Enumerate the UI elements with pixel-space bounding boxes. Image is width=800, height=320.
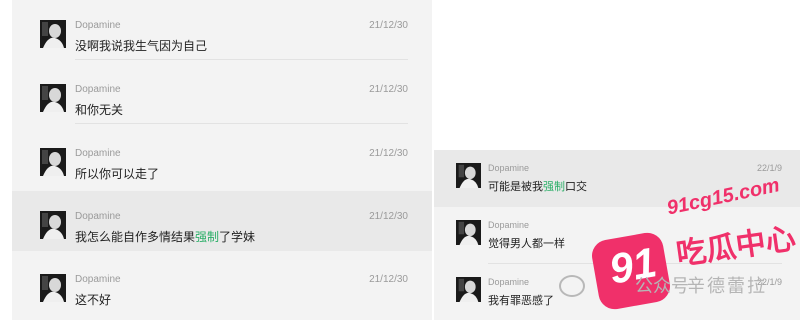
message-row[interactable]: Dopamine 21/12/30 没啊我说我生气因为自己 (12, 0, 432, 60)
message-row[interactable]: Dopamine 22/1/9 我有罪恶感了 (434, 264, 800, 320)
sender-name: Dopamine (75, 148, 121, 159)
sender-avatar[interactable] (40, 274, 66, 302)
message-text: 这不好 (75, 293, 112, 307)
message-date: 21/12/30 (369, 20, 408, 31)
sender-avatar[interactable] (456, 163, 481, 188)
sender-name: Dopamine (488, 277, 530, 287)
message-row[interactable]: Dopamine 21/12/30 和你无关 (12, 64, 432, 124)
sender-avatar[interactable] (40, 84, 66, 112)
row-divider (75, 123, 408, 124)
sender-avatar[interactable] (40, 148, 66, 176)
sender-name: Dopamine (75, 20, 121, 31)
message-text: 我有罪恶感了 (488, 295, 554, 307)
message-text: 没啊我说我生气因为自己 (75, 39, 208, 53)
message-date: 22/1/9 (756, 163, 782, 173)
message-row-selected[interactable]: Dopamine 21/12/30 我怎么能自作多情结果强制了学妹 (12, 191, 432, 251)
search-highlight: 强制 (195, 230, 220, 244)
message-text: 我怎么能自作多情结果强制了学妹 (75, 230, 256, 244)
chat-history-panel-right: Dopamine 22/1/9 可能是被我强制口交 Dopamine 觉得男人都… (434, 150, 800, 320)
message-row[interactable]: Dopamine 21/12/30 所以你可以走了 (12, 128, 432, 188)
sender-name: Dopamine (75, 274, 121, 285)
sender-name: Dopamine (75, 211, 121, 222)
row-divider (75, 59, 408, 60)
message-date: 21/12/30 (369, 148, 408, 159)
message-date: 22/1/9 (756, 277, 782, 287)
sender-name: Dopamine (488, 220, 530, 230)
sender-avatar[interactable] (456, 277, 481, 302)
message-date: 21/12/30 (369, 84, 408, 95)
message-text: 所以你可以走了 (75, 167, 160, 181)
message-row[interactable]: Dopamine 21/12/30 这不好 (12, 254, 432, 314)
chat-history-panel-left: Dopamine 21/12/30 没啊我说我生气因为自己 Dopamine 2… (12, 0, 432, 320)
message-row[interactable]: Dopamine 觉得男人都一样 (434, 207, 800, 264)
sender-avatar[interactable] (456, 220, 481, 245)
message-row-selected[interactable]: Dopamine 22/1/9 可能是被我强制口交 (434, 150, 800, 207)
sender-name: Dopamine (75, 84, 121, 95)
message-text: 可能是被我强制口交 (488, 181, 587, 193)
message-date: 21/12/30 (369, 274, 408, 285)
message-text: 和你无关 (75, 103, 124, 117)
sender-name: Dopamine (488, 163, 530, 173)
sender-avatar[interactable] (40, 20, 66, 48)
sender-avatar[interactable] (40, 211, 66, 239)
search-highlight: 强制 (543, 181, 565, 193)
message-date: 21/12/30 (369, 211, 408, 222)
message-text: 觉得男人都一样 (488, 238, 565, 250)
